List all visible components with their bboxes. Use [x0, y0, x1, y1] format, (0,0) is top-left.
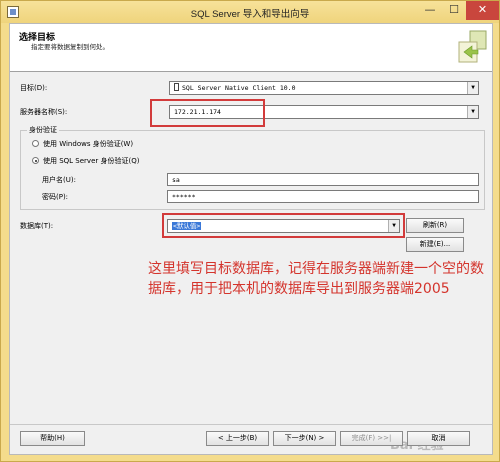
- windows-auth-label[interactable]: 使用 Windows 身份验证(W): [43, 139, 133, 149]
- destination-label: 目标(D):: [20, 84, 48, 92]
- highlight-server-box: [150, 99, 265, 127]
- chevron-down-icon[interactable]: ▼: [467, 106, 478, 118]
- username-label: 用户名(U):: [42, 176, 76, 184]
- annotation-text: 这里填写目标数据库，记得在服务器端新建一个空的数据库，用于把本机的数据库导出到服…: [148, 261, 484, 297]
- username-input[interactable]: sa: [167, 173, 479, 186]
- minimize-icon[interactable]: —: [418, 1, 442, 20]
- windows-auth-radio[interactable]: [32, 140, 39, 147]
- wizard-header: 选择目标 指定要将数据复制到何处。: [10, 24, 492, 72]
- footer-divider: [10, 424, 492, 425]
- server-icon: [174, 83, 179, 91]
- close-icon[interactable]: ✕: [466, 1, 499, 20]
- help-button[interactable]: 帮助(H): [20, 431, 85, 446]
- wizard-client-area: 选择目标 指定要将数据复制到何处。 目标(D): SQL Server Nati…: [9, 23, 493, 455]
- title-bar: SQL Server 导入和导出向导 — ☐ ✕: [1, 1, 499, 23]
- highlight-database-box: [162, 213, 405, 238]
- next-button[interactable]: 下一步(N) >: [273, 431, 336, 446]
- server-name-label: 服务器名称(S):: [20, 108, 68, 116]
- auth-legend: 身份验证: [27, 125, 59, 135]
- finish-button[interactable]: 完成(F) >>|: [340, 431, 403, 446]
- page-subtitle: 指定要将数据复制到何处。: [31, 43, 109, 51]
- back-button[interactable]: < 上一步(B): [206, 431, 269, 446]
- password-input[interactable]: ******: [167, 190, 479, 203]
- chevron-down-icon[interactable]: ▼: [467, 82, 478, 94]
- sql-auth-label[interactable]: 使用 SQL Server 身份验证(Q): [43, 156, 139, 166]
- password-label: 密码(P):: [42, 193, 69, 201]
- sql-auth-radio[interactable]: [32, 157, 39, 164]
- wizard-window: SQL Server 导入和导出向导 — ☐ ✕ 选择目标 指定要将数据复制到何…: [0, 0, 500, 462]
- destination-value: SQL Server Native Client 10.0: [182, 84, 296, 92]
- wizard-logo-icon: [458, 30, 487, 63]
- database-label: 数据库(T):: [20, 222, 54, 230]
- destination-select[interactable]: SQL Server Native Client 10.0 ▼: [169, 81, 479, 95]
- cancel-button[interactable]: 取消: [407, 431, 470, 446]
- refresh-button[interactable]: 刷新(R): [406, 218, 464, 233]
- maximize-icon[interactable]: ☐: [442, 1, 466, 20]
- new-database-button[interactable]: 新建(E)...: [406, 237, 464, 252]
